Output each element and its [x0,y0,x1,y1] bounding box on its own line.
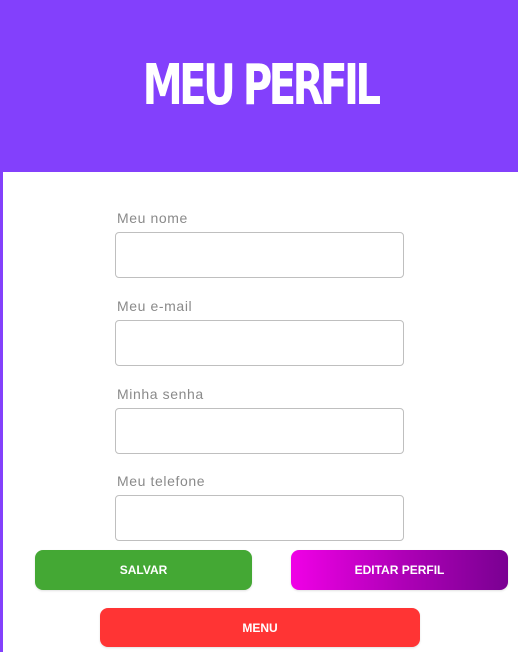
save-button[interactable]: SALVAR [35,550,252,590]
name-label: Meu nome [117,210,188,226]
password-label: Minha senha [117,386,204,402]
page-title: MEU PERFIL [143,53,381,118]
profile-page: MEU PERFIL Meu nome Meu e-mail Minha sen… [0,0,518,652]
name-input[interactable] [115,232,404,278]
phone-input[interactable] [115,495,404,541]
phone-label: Meu telefone [117,473,206,489]
page-header: MEU PERFIL [3,0,518,172]
email-input[interactable] [115,320,404,366]
password-field-group: Minha senha [115,386,404,454]
email-field-group: Meu e-mail [115,298,404,366]
menu-button[interactable]: MENU [100,608,420,647]
password-input[interactable] [115,408,404,454]
edit-profile-button[interactable]: EDITAR PERFIL [291,550,508,590]
name-field-group: Meu nome [115,210,404,278]
phone-field-group: Meu telefone [115,473,404,541]
email-label: Meu e-mail [117,298,193,314]
